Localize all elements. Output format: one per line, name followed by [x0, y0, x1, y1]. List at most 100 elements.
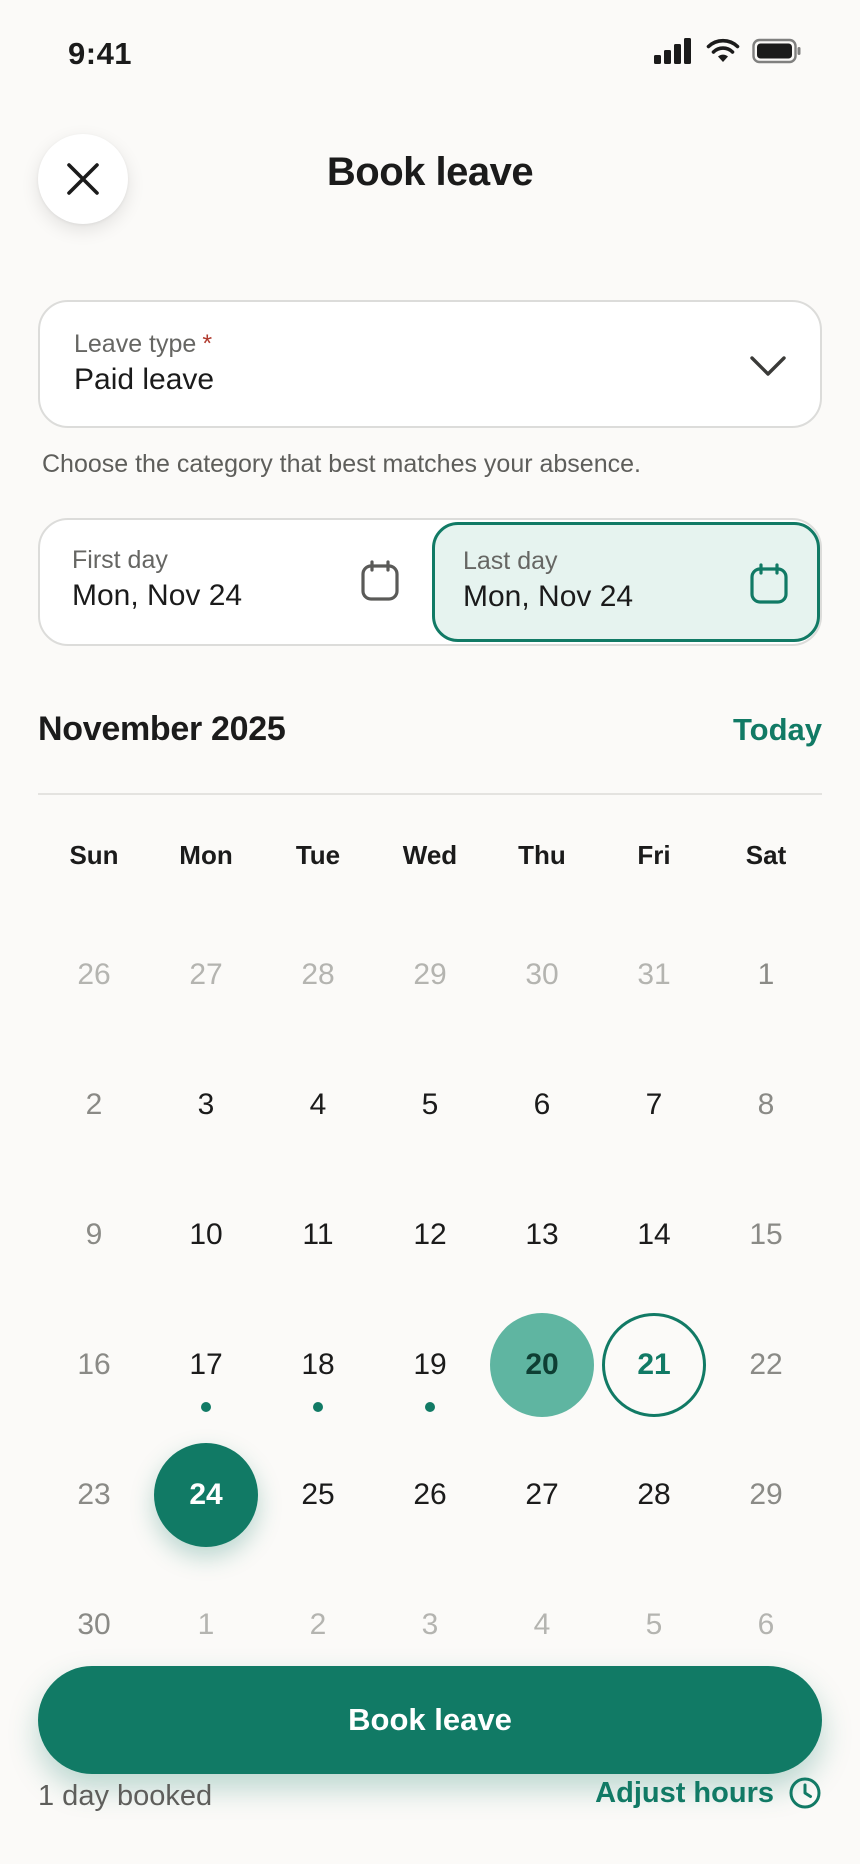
calendar-day[interactable]: 28 — [262, 910, 374, 1040]
calendar-day[interactable]: 20 — [486, 1300, 598, 1430]
calendar-day[interactable]: 14 — [598, 1170, 710, 1300]
leave-type-text: Leave type * Paid leave — [74, 330, 214, 397]
calendar-day-number: 26 — [413, 1478, 447, 1511]
calendar-day[interactable]: 22 — [710, 1300, 822, 1430]
leave-type-label: Leave type — [74, 330, 197, 358]
calendar-day[interactable]: 15 — [710, 1170, 822, 1300]
weekday-label: Thu — [518, 840, 566, 870]
calendar-day-number: 11 — [302, 1218, 334, 1251]
calendar-day[interactable]: 4 — [262, 1040, 374, 1170]
calendar-day-number: 28 — [637, 1478, 671, 1511]
calendar-day[interactable]: 29 — [374, 910, 486, 1040]
book-leave-button[interactable]: Book leave — [38, 1666, 822, 1774]
calendar-day[interactable]: 21 — [598, 1300, 710, 1430]
calendar-day[interactable]: 6 — [486, 1040, 598, 1170]
calendar-day[interactable]: 19 — [374, 1300, 486, 1430]
calendar-day-number: 20 — [490, 1313, 594, 1417]
calendar-day[interactable]: 16 — [38, 1300, 150, 1430]
calendar-day-number: 27 — [525, 1478, 559, 1511]
adjust-hours-label: Adjust hours — [595, 1776, 774, 1809]
calendar-day[interactable]: 13 — [486, 1170, 598, 1300]
calendar-day-number: 24 — [154, 1443, 258, 1547]
calendar-day-number: 23 — [77, 1478, 111, 1511]
first-day-field[interactable]: First day Mon, Nov 24 — [40, 520, 430, 644]
calendar-day[interactable]: 3 — [150, 1040, 262, 1170]
weekday-label: Fri — [637, 840, 671, 870]
calendar-day-number: 30 — [525, 958, 559, 991]
calendar-day-number: 31 — [637, 958, 671, 991]
month-title: November 2025 — [38, 710, 286, 748]
calendar-day[interactable]: 31 — [598, 910, 710, 1040]
wifi-icon — [706, 38, 740, 62]
calendar-day-number: 3 — [197, 1088, 215, 1121]
last-day-label: Last day — [463, 547, 558, 575]
calendar-day[interactable]: 18 — [262, 1300, 374, 1430]
calendar-day[interactable]: 26 — [38, 910, 150, 1040]
calendar-day[interactable]: 9 — [38, 1170, 150, 1300]
calendar-day[interactable]: 27 — [486, 1430, 598, 1560]
calendar-day-number: 25 — [301, 1478, 335, 1511]
calendar-day[interactable]: 26 — [374, 1430, 486, 1560]
status-bar: 9:41 — [0, 0, 860, 110]
weekday-header: Sun Mon Tue Wed Thu Fri Sat — [38, 840, 822, 871]
last-day-field[interactable]: Last day Mon, Nov 24 — [432, 522, 820, 642]
weekday-label: Wed — [402, 840, 458, 870]
calendar-day-number: 29 — [749, 1478, 783, 1511]
calendar-day-number: 12 — [413, 1218, 447, 1251]
required-indicator: * — [202, 330, 213, 358]
calendar-day-number: 21 — [602, 1313, 706, 1417]
calendar-day-number: 14 — [637, 1218, 671, 1251]
calendar-day[interactable]: 8 — [710, 1040, 822, 1170]
calendar-day[interactable]: 5 — [374, 1040, 486, 1170]
calendar-day[interactable]: 24 — [150, 1430, 262, 1560]
leave-type-label-row: Leave type * — [74, 330, 214, 359]
today-button[interactable]: Today — [733, 712, 822, 748]
calendar-day[interactable]: 17 — [150, 1300, 262, 1430]
calendar-day[interactable]: 2 — [38, 1040, 150, 1170]
calendar-day-number: 2 — [85, 1088, 103, 1121]
calendar-day[interactable]: 12 — [374, 1170, 486, 1300]
leave-type-helper-text: Choose the category that best matches yo… — [42, 450, 641, 478]
adjust-hours-button[interactable]: Adjust hours — [595, 1776, 822, 1810]
calendar-day[interactable]: 23 — [38, 1430, 150, 1560]
calendar-day[interactable]: 25 — [262, 1430, 374, 1560]
book-leave-screen: 9:41 Book leave Leave type * Paid leave … — [0, 0, 860, 1864]
booked-days-summary: 1 day booked — [38, 1780, 213, 1812]
calendar-day[interactable]: 27 — [150, 910, 262, 1040]
divider — [38, 793, 822, 795]
weekday-label: Tue — [295, 840, 341, 870]
calendar-day[interactable]: 11 — [262, 1170, 374, 1300]
leave-type-select[interactable]: Leave type * Paid leave — [38, 300, 822, 428]
calendar-day[interactable]: 29 — [710, 1430, 822, 1560]
weekday-label: Mon — [179, 840, 233, 870]
status-time: 9:41 — [68, 36, 133, 71]
last-day-value: Mon, Nov 24 — [463, 580, 634, 613]
last-day-text: Last day Mon, Nov 24 — [463, 547, 633, 614]
calendar-day-number: 6 — [533, 1088, 551, 1121]
first-day-text: First day Mon, Nov 24 — [72, 546, 242, 613]
calendar-day[interactable]: 1 — [710, 910, 822, 1040]
first-day-value: Mon, Nov 24 — [72, 579, 243, 612]
page-title: Book leave — [326, 150, 534, 194]
status-icons — [654, 38, 802, 64]
calendar-day[interactable]: 28 — [598, 1430, 710, 1560]
calendar-day-number: 4 — [309, 1088, 327, 1121]
calendar-day[interactable]: 7 — [598, 1040, 710, 1170]
calendar-day-number: 10 — [189, 1218, 223, 1251]
calendar-day-number: 5 — [421, 1088, 439, 1121]
date-range-field: First day Mon, Nov 24 Last day Mon, Nov … — [38, 518, 822, 646]
clock-icon — [789, 1777, 821, 1809]
booked-indicator-dot — [201, 1402, 211, 1412]
chevron-down-icon — [750, 356, 786, 376]
calendar-day[interactable]: 10 — [150, 1170, 262, 1300]
calendar-day-number: 9 — [85, 1218, 103, 1251]
calendar-day-number: 26 — [77, 958, 111, 991]
calendar-icon — [361, 560, 399, 601]
booked-indicator-dot — [425, 1402, 435, 1412]
calendar-day[interactable]: 30 — [486, 910, 598, 1040]
first-day-label: First day — [72, 546, 168, 574]
calendar-day-number: 13 — [525, 1218, 559, 1251]
calendar-grid: 26 27 28 29 30 31 1 2 3 4 5 6 7 8 9 10 11 12 13 14 15 16 17 18 1… — [38, 910, 822, 1690]
calendar-day-number: 16 — [77, 1348, 111, 1381]
calendar-day-number: 7 — [645, 1088, 663, 1121]
